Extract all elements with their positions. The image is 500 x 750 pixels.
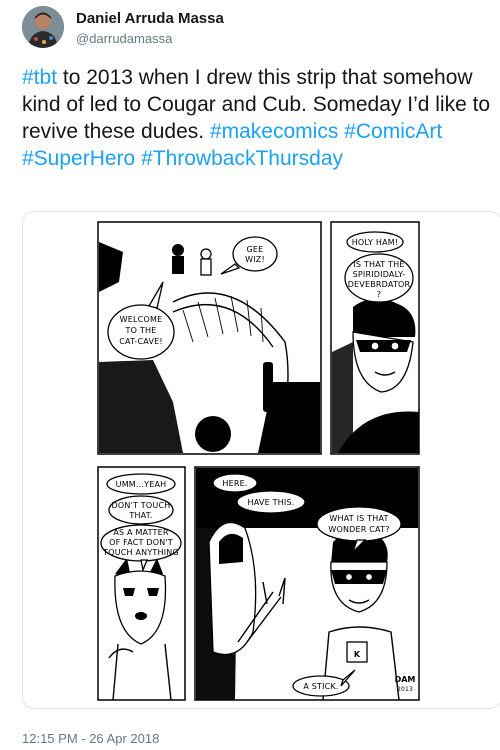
svg-text:DAM: DAM	[395, 675, 416, 684]
bubble-text: SPIRIDIDALY-	[353, 270, 406, 279]
hashtag-link[interactable]: #SuperHero	[22, 147, 135, 170]
bubble-text: DEVEBRDATOR	[348, 280, 411, 289]
bubble-text: CAT-CAVE!	[119, 337, 163, 346]
panel-2: HOLY HAM! IS THAT THE SPIRIDIDALY- DEVEB…	[330, 221, 420, 455]
bubble-holy-ham: HOLY HAM!	[346, 231, 404, 253]
bubble-text: HAVE THIS.	[248, 498, 295, 507]
bubble-text: TO THE	[125, 326, 157, 335]
bubble-umm: UMM...YEAH	[106, 473, 176, 495]
bubble-text: A STICK.	[303, 682, 338, 691]
comic-strip: GEE WIZ! WELCOME TO THE CAT-CAVE! HOLY H…	[97, 221, 420, 701]
bubble-text: WHAT IS THAT	[329, 514, 388, 523]
bubble-text: TOUCH ANYTHING	[102, 548, 179, 557]
bubble-dont-touch: DON'T TOUCH THAT.	[108, 495, 174, 525]
panel-3: UMM...YEAH DON'T TOUCH THAT. AS A MATTER…	[97, 466, 186, 701]
avatar[interactable]	[22, 6, 64, 48]
bubble-text: WONDER CAT?	[328, 525, 389, 534]
comic-image[interactable]: GEE WIZ! WELCOME TO THE CAT-CAVE! HOLY H…	[22, 211, 500, 709]
panel-4: K HERE. HAVE THIS. WHAT IS THAT WONDER C…	[194, 466, 420, 701]
chest-emblem: K	[354, 650, 361, 659]
author-handle[interactable]: @darrudamassa	[76, 31, 172, 46]
bubble-text: WIZ!	[245, 255, 265, 264]
bubble-text: OF FACT DON'T	[109, 538, 173, 547]
bubble-text: AS A MATTER	[113, 528, 169, 537]
bubble-text: ?	[377, 290, 381, 299]
hashtag-link[interactable]: #ComicArt	[344, 120, 442, 143]
panel-1: GEE WIZ! WELCOME TO THE CAT-CAVE!	[97, 221, 322, 455]
hashtag-link[interactable]: #tbt	[22, 66, 57, 89]
bubble-text: THAT.	[128, 511, 152, 520]
bubble-text: HERE.	[222, 479, 247, 488]
tweet-text: #tbt to 2013 when I drew this strip that…	[22, 64, 492, 172]
bubble-text: GEE	[247, 245, 264, 254]
bubble-text: HOLY HAM!	[352, 238, 399, 247]
author-name[interactable]: Daniel Arruda Massa	[76, 10, 224, 27]
avatar-image	[22, 6, 64, 48]
bubble-text: IS THAT THE	[353, 260, 404, 269]
tweet-header: Daniel Arruda Massa @darrudamassa	[22, 6, 492, 56]
bubble-text: DON'T TOUCH	[112, 501, 171, 510]
bubble-have-this: HAVE THIS.	[236, 490, 306, 514]
hashtag-link[interactable]: #ThrowbackThursday	[141, 147, 343, 170]
bubble-text: UMM...YEAH	[116, 480, 167, 489]
hashtag-link[interactable]: #makecomics	[210, 120, 338, 143]
bubble-text: WELCOME	[120, 315, 163, 324]
bubble-is-that: IS THAT THE SPIRIDIDALY- DEVEBRDATOR ?	[344, 253, 414, 303]
bubble-here: HERE.	[212, 473, 258, 493]
svg-text:2013: 2013	[397, 686, 413, 693]
tweet-timestamp[interactable]: 12:15 PM - 26 Apr 2018	[22, 731, 159, 746]
